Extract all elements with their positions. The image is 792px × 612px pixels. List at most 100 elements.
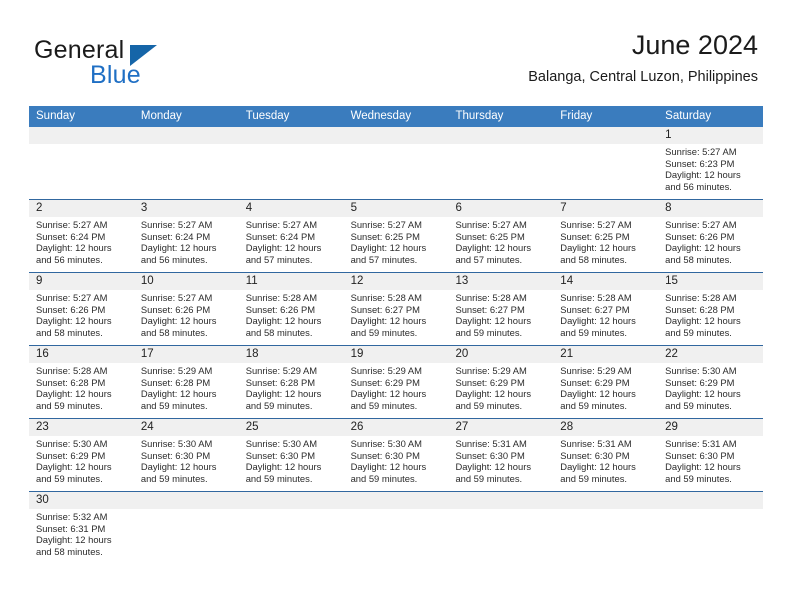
day-cell-14[interactable]: 14 Sunrise: 5:28 AM Sunset: 6:27 PM Dayligh… xyxy=(553,273,659,345)
day-cell-16[interactable]: 16 Sunrise: 5:28 AM Sunset: 6:28 PM Dayligh… xyxy=(29,346,134,418)
sunset-text: Sunset: 6:30 PM xyxy=(350,449,420,461)
day-cell-empty xyxy=(29,127,134,199)
day-number-bar: 19 xyxy=(343,346,449,363)
sunrise-text: Sunrise: 5:28 AM xyxy=(665,292,737,303)
day-number: 19 xyxy=(350,348,364,360)
day-number: 4 xyxy=(245,202,253,214)
logo-text-blue: Blue xyxy=(90,61,141,89)
day-cell-20[interactable]: 20 Sunrise: 5:29 AM Sunset: 6:29 PM Dayligh… xyxy=(448,346,554,418)
day-number-bar: 17 xyxy=(133,346,239,363)
day-cell-1[interactable]: 1 Sunrise: 5:27 AM Sunset: 6:23 PM Daylight… xyxy=(658,127,764,199)
day-cell-23[interactable]: 23 Sunrise: 5:30 AM Sunset: 6:29 PM Dayligh… xyxy=(29,419,134,491)
day-number: 24 xyxy=(140,421,154,433)
sunset-text: Sunset: 6:23 PM xyxy=(665,157,735,169)
day-cell-30[interactable]: 30 Sunrise: 5:32 AM Sunset: 6:31 PM Dayligh… xyxy=(29,492,134,580)
page-header: General Blue June 2024 Balanga, Central … xyxy=(34,28,758,100)
day-cell-empty xyxy=(448,492,554,580)
day-number-bar: 29 xyxy=(658,419,764,436)
day-cell-10[interactable]: 10 Sunrise: 5:27 AM Sunset: 6:26 PM Dayligh… xyxy=(133,273,239,345)
sunrise-text: Sunrise: 5:29 AM xyxy=(140,365,213,376)
daylight-text: Daylight: 12 hours and 59 minutes. xyxy=(245,461,322,485)
day-cell-empty xyxy=(238,127,344,199)
day-number-bar xyxy=(448,127,554,144)
daylight-text: Daylight: 12 hours and 59 minutes. xyxy=(665,388,741,412)
day-details: Sunrise: 5:31 AM Sunset: 6:30 PM Daylight:… xyxy=(448,436,553,485)
day-cell-5[interactable]: 5 Sunrise: 5:27 AM Sunset: 6:25 PM Daylight… xyxy=(343,200,449,272)
sunset-text: Sunset: 6:27 PM xyxy=(455,303,525,315)
day-cell-22[interactable]: 22 Sunrise: 5:30 AM Sunset: 6:29 PM Dayligh… xyxy=(658,346,764,418)
day-cell-15[interactable]: 15 Sunrise: 5:28 AM Sunset: 6:28 PM Dayligh… xyxy=(658,273,764,345)
day-number-bar xyxy=(238,492,344,509)
day-cell-8[interactable]: 8 Sunrise: 5:27 AM Sunset: 6:26 PM Daylight… xyxy=(658,200,764,272)
day-cell-13[interactable]: 13 Sunrise: 5:28 AM Sunset: 6:27 PM Dayligh… xyxy=(448,273,554,345)
sunset-text: Sunset: 6:27 PM xyxy=(560,303,630,315)
sunset-text: Sunset: 6:24 PM xyxy=(245,230,316,242)
day-cell-18[interactable]: 18 Sunrise: 5:29 AM Sunset: 6:28 PM Dayligh… xyxy=(238,346,344,418)
day-number-bar: 16 xyxy=(29,346,134,363)
day-number: 11 xyxy=(245,275,258,287)
sunrise-text: Sunrise: 5:31 AM xyxy=(455,438,527,449)
day-number-bar xyxy=(238,127,344,144)
daylight-text: Daylight: 12 hours and 57 minutes. xyxy=(455,242,532,266)
sunrise-text: Sunrise: 5:29 AM xyxy=(245,365,318,376)
day-cell-11[interactable]: 11 Sunrise: 5:28 AM Sunset: 6:26 PM Dayligh… xyxy=(238,273,344,345)
week-row: 9 Sunrise: 5:27 AM Sunset: 6:26 PM Daylight… xyxy=(29,273,764,346)
day-cell-28[interactable]: 28 Sunrise: 5:31 AM Sunset: 6:30 PM Dayligh… xyxy=(553,419,659,491)
day-number-bar: 20 xyxy=(448,346,554,363)
sunset-text: Sunset: 6:28 PM xyxy=(665,303,735,315)
sunrise-text: Sunrise: 5:27 AM xyxy=(36,219,108,230)
day-cell-25[interactable]: 25 Sunrise: 5:30 AM Sunset: 6:30 PM Dayligh… xyxy=(238,419,344,491)
day-cell-12[interactable]: 12 Sunrise: 5:28 AM Sunset: 6:27 PM Dayligh… xyxy=(343,273,449,345)
day-number-bar xyxy=(658,492,764,509)
sunrise-text: Sunrise: 5:28 AM xyxy=(245,292,318,303)
sunset-text: Sunset: 6:30 PM xyxy=(140,449,211,461)
sunset-text: Sunset: 6:29 PM xyxy=(36,449,106,461)
sunset-text: Sunset: 6:30 PM xyxy=(560,449,630,461)
day-cell-7[interactable]: 7 Sunrise: 5:27 AM Sunset: 6:25 PM Daylight… xyxy=(553,200,659,272)
day-cell-9[interactable]: 9 Sunrise: 5:27 AM Sunset: 6:26 PM Daylight… xyxy=(29,273,134,345)
day-number-bar: 11 xyxy=(238,273,344,290)
day-cell-3[interactable]: 3 Sunrise: 5:27 AM Sunset: 6:24 PM Daylight… xyxy=(133,200,239,272)
day-cell-4[interactable]: 4 Sunrise: 5:27 AM Sunset: 6:24 PM Daylight… xyxy=(238,200,344,272)
day-number-bar: 1 xyxy=(658,127,764,144)
day-details: Sunrise: 5:28 AM Sunset: 6:27 PM Daylight:… xyxy=(344,290,449,339)
day-cell-27[interactable]: 27 Sunrise: 5:31 AM Sunset: 6:30 PM Dayligh… xyxy=(448,419,554,491)
day-number-bar: 24 xyxy=(133,419,239,436)
day-number-bar: 23 xyxy=(29,419,134,436)
sunset-text: Sunset: 6:28 PM xyxy=(36,376,106,388)
day-cell-29[interactable]: 29 Sunrise: 5:31 AM Sunset: 6:30 PM Dayligh… xyxy=(658,419,764,491)
day-cell-6[interactable]: 6 Sunrise: 5:27 AM Sunset: 6:25 PM Daylight… xyxy=(448,200,554,272)
day-cell-19[interactable]: 19 Sunrise: 5:29 AM Sunset: 6:29 PM Dayligh… xyxy=(343,346,449,418)
sunrise-text: Sunrise: 5:31 AM xyxy=(665,438,737,449)
day-details: Sunrise: 5:27 AM Sunset: 6:24 PM Daylight:… xyxy=(134,217,239,266)
day-number: 25 xyxy=(245,421,259,433)
general-blue-logo[interactable]: General Blue xyxy=(34,36,264,96)
day-number-bar: 2 xyxy=(29,200,134,217)
day-number-bar: 18 xyxy=(238,346,344,363)
day-cell-26[interactable]: 26 Sunrise: 5:30 AM Sunset: 6:30 PM Dayligh… xyxy=(343,419,449,491)
sunrise-text: Sunrise: 5:27 AM xyxy=(665,219,737,230)
day-cell-empty xyxy=(343,492,449,580)
sunrise-text: Sunrise: 5:28 AM xyxy=(560,292,632,303)
day-number: 18 xyxy=(245,348,259,360)
daylight-text: Daylight: 12 hours and 59 minutes. xyxy=(245,388,322,412)
daylight-text: Daylight: 12 hours and 58 minutes. xyxy=(560,242,636,266)
sunrise-text: Sunrise: 5:30 AM xyxy=(665,365,737,376)
day-cell-2[interactable]: 2 Sunrise: 5:27 AM Sunset: 6:24 PM Daylight… xyxy=(29,200,134,272)
sunset-text: Sunset: 6:26 PM xyxy=(665,230,735,242)
sunrise-text: Sunrise: 5:32 AM xyxy=(36,511,108,522)
daylight-text: Daylight: 12 hours and 59 minutes. xyxy=(665,461,741,485)
day-cell-17[interactable]: 17 Sunrise: 5:29 AM Sunset: 6:28 PM Dayligh… xyxy=(133,346,239,418)
day-number-bar: 30 xyxy=(29,492,134,509)
day-number: 9 xyxy=(36,275,43,287)
daylight-text: Daylight: 12 hours and 58 minutes. xyxy=(140,315,217,339)
day-details: Sunrise: 5:30 AM Sunset: 6:29 PM Daylight:… xyxy=(658,363,763,412)
daylight-text: Daylight: 12 hours and 56 minutes. xyxy=(36,242,112,266)
day-number: 22 xyxy=(665,348,678,360)
sunset-text: Sunset: 6:25 PM xyxy=(455,230,525,242)
day-cell-24[interactable]: 24 Sunrise: 5:30 AM Sunset: 6:30 PM Dayligh… xyxy=(133,419,239,491)
day-cell-21[interactable]: 21 Sunrise: 5:29 AM Sunset: 6:29 PM Dayligh… xyxy=(553,346,659,418)
day-details: Sunrise: 5:30 AM Sunset: 6:30 PM Daylight:… xyxy=(134,436,239,485)
location-subtitle: Balanga, Central Luzon, Philippines xyxy=(528,69,758,85)
day-number: 2 xyxy=(36,202,43,214)
